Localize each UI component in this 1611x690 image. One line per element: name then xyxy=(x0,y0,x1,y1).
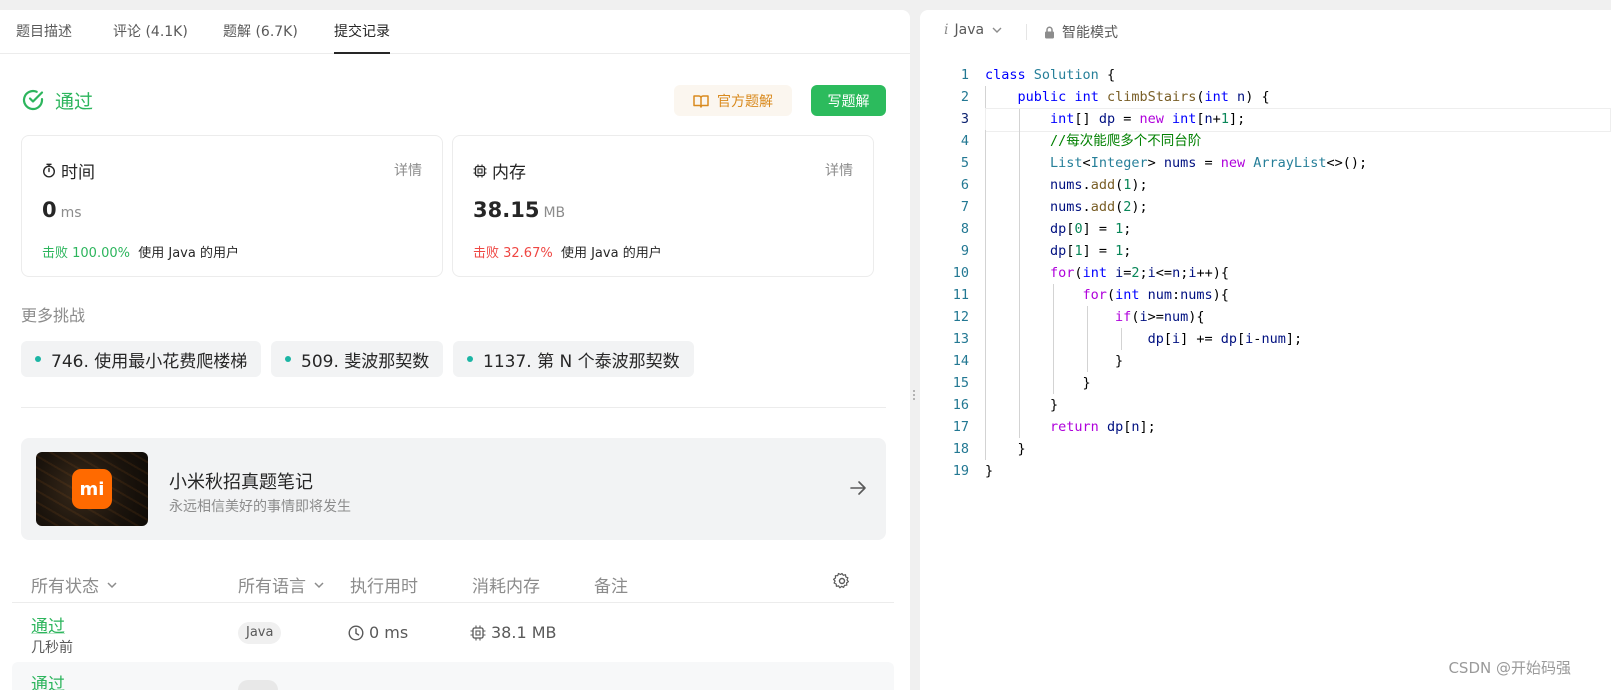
row-language-badge xyxy=(238,680,278,690)
panel-resize-handle[interactable] xyxy=(912,388,916,408)
runtime-unit: ms xyxy=(60,205,82,221)
promo-image: mi xyxy=(36,452,148,526)
submission-panel: 题目描述 评论 (4.1K) 题解 (6.7K) 提交记录 通过 官方题解 写题… xyxy=(0,10,910,690)
bullet-dot xyxy=(35,356,41,362)
table-divider xyxy=(12,602,894,603)
chip-icon xyxy=(473,164,487,177)
status-label: 通过 xyxy=(55,90,94,113)
tab-bar: 题目描述 评论 (4.1K) 题解 (6.7K) 提交记录 xyxy=(0,10,910,54)
runtime-title: 时间 xyxy=(42,158,95,183)
challenge-chip[interactable]: 1137. 第 N 个泰波那契数 xyxy=(453,341,694,377)
filter-status[interactable]: 所有状态 xyxy=(31,572,119,597)
memory-title: 内存 xyxy=(473,158,526,183)
chip-icon xyxy=(470,625,486,640)
language-select[interactable]: i Java xyxy=(944,22,1004,38)
challenge-chip[interactable]: 509. 斐波那契数 xyxy=(271,341,444,377)
bullet-dot xyxy=(285,356,291,362)
runtime-detail-link[interactable]: 详情 xyxy=(394,160,422,180)
check-circle-icon xyxy=(22,89,44,111)
line-number: 10 xyxy=(952,265,969,281)
line-number: 12 xyxy=(952,309,969,325)
language-label: Java xyxy=(954,22,985,38)
smart-mode[interactable]: 智能模式 xyxy=(1044,22,1118,42)
line-number: 15 xyxy=(952,375,969,391)
lock-icon xyxy=(1045,26,1054,38)
memory-value: 38.15 MB xyxy=(473,198,566,222)
promo-title: 小米秋招真题笔记 xyxy=(169,472,313,493)
challenge-chip[interactable]: 746. 使用最小花费爬楼梯 xyxy=(21,341,262,377)
line-number: 4 xyxy=(960,133,969,149)
row-status-link[interactable]: 通过 xyxy=(31,670,65,690)
promo-banner[interactable]: mi 小米秋招真题笔记 永远相信美好的事情即将发生 xyxy=(21,438,886,540)
arrow-right-icon[interactable] xyxy=(848,478,868,498)
memory-detail-link[interactable]: 详情 xyxy=(825,160,853,180)
line-number: 11 xyxy=(952,287,969,303)
submission-status: 通过 xyxy=(21,86,93,114)
filter-language[interactable]: 所有语言 xyxy=(238,572,326,597)
row-time-ago: 几秒前 xyxy=(31,640,73,656)
line-number: 9 xyxy=(960,243,969,259)
table-row[interactable] xyxy=(12,662,894,690)
line-number: 2 xyxy=(960,89,969,105)
toolbar-separator xyxy=(1026,24,1027,40)
runtime-value: 0 ms xyxy=(42,198,82,222)
gear-icon[interactable] xyxy=(833,572,851,590)
editor-toolbar: i Java 智能模式 xyxy=(920,10,1611,54)
tab-solutions[interactable]: 题解 (6.7K) xyxy=(223,10,298,54)
info-icon: i xyxy=(944,22,949,38)
bullet-dot xyxy=(467,356,473,362)
xiaomi-logo: mi xyxy=(72,469,112,509)
runtime-card: 时间 详情 0 ms 击败 100.00% 使用 Java 的用户 xyxy=(21,135,443,277)
chevron-down-icon xyxy=(314,581,324,588)
more-challenges-title: 更多挑战 xyxy=(21,306,86,325)
memory-label: 内存 xyxy=(492,163,526,183)
clock-icon xyxy=(348,624,364,641)
header-memory: 消耗内存 xyxy=(472,577,540,597)
line-number: 3 xyxy=(960,111,969,127)
row-runtime: 0 ms xyxy=(348,623,408,642)
chevron-down-icon xyxy=(992,27,1002,33)
official-solution-button[interactable]: 官方题解 xyxy=(674,85,792,116)
line-number: 1 xyxy=(960,67,969,83)
line-number: 7 xyxy=(960,199,969,215)
line-number: 13 xyxy=(952,331,969,347)
line-number: 8 xyxy=(960,221,969,237)
row-memory: 38.1 MB xyxy=(470,623,557,642)
book-open-icon xyxy=(693,94,709,108)
runtime-label: 时间 xyxy=(61,163,95,183)
code-area[interactable]: 1 class Solution { 2 public int climbStai… xyxy=(920,64,1611,482)
watermark: CSDN @开始码强 xyxy=(1448,659,1571,677)
official-solution-label: 官方题解 xyxy=(717,93,773,110)
mode-label: 智能模式 xyxy=(1062,25,1118,41)
line-number: 5 xyxy=(960,155,969,171)
promo-subtitle: 永远相信美好的事情即将发生 xyxy=(169,499,351,515)
chevron-down-icon xyxy=(107,581,117,588)
header-runtime: 执行用时 xyxy=(350,577,418,597)
row-language-badge: Java xyxy=(238,622,282,644)
tab-submissions[interactable]: 提交记录 xyxy=(334,10,390,54)
line-number: 19 xyxy=(952,463,969,479)
code-editor-panel: i Java 智能模式 1 class Solution { 2 public i… xyxy=(920,10,1611,690)
row-status-link[interactable]: 通过 xyxy=(31,612,65,637)
memory-unit: MB xyxy=(543,205,566,221)
stopwatch-icon xyxy=(42,163,56,178)
tab-description[interactable]: 题目描述 xyxy=(16,10,72,54)
header-notes: 备注 xyxy=(594,577,628,597)
line-number: 18 xyxy=(952,441,969,457)
line-number: 14 xyxy=(952,353,969,369)
write-solution-button[interactable]: 写题解 xyxy=(811,85,886,116)
memory-beats: 击败 32.67% 使用 Java 的用户 xyxy=(473,246,662,261)
tab-comments[interactable]: 评论 (4.1K) xyxy=(113,10,188,54)
section-divider xyxy=(21,407,886,408)
line-number: 17 xyxy=(952,419,969,435)
line-number: 16 xyxy=(952,397,969,413)
line-number: 6 xyxy=(960,177,969,193)
memory-card: 内存 详情 38.15 MB 击败 32.67% 使用 Java 的用户 xyxy=(452,135,874,277)
runtime-beats: 击败 100.00% 使用 Java 的用户 xyxy=(42,246,239,261)
